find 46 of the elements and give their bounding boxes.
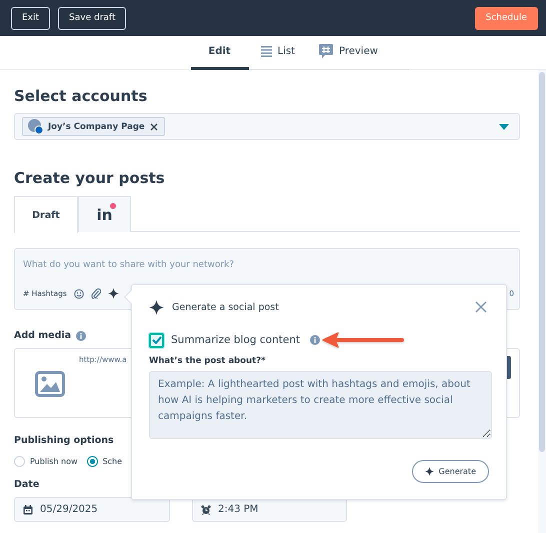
scrollbar[interactable] [538,70,546,533]
info-icon[interactable] [310,335,320,345]
chat-bubble-icon [318,44,333,59]
section-heading: Select accounts [14,86,148,106]
dropdown-caret-icon[interactable] [499,124,509,130]
account-avatar-icon [28,119,43,134]
field-label: Publishing options [14,434,115,448]
emoji-icon[interactable] [74,288,84,298]
account-select[interactable]: Joy’s Company Page [14,113,520,140]
popover-title: Generate a social post [172,302,279,312]
image-icon[interactable] [35,371,65,397]
list-icon [260,46,272,57]
remove-icon[interactable] [150,122,158,130]
radio-label[interactable]: Sche [102,456,122,466]
checkbox-label[interactable]: Summarize blog content [171,334,300,346]
composer-placeholder: What do you want to share with your network? [23,259,236,272]
close-icon[interactable] [475,301,487,313]
field-label: Add media [14,329,72,343]
sparkle-icon [149,300,164,314]
sparkle-icon[interactable] [108,288,119,299]
calendar-icon [23,504,33,514]
radio-button[interactable] [86,456,98,466]
paperclip-icon[interactable] [90,288,101,299]
date-field[interactable]: 05/29/2025 [14,497,170,522]
prompt-field[interactable]: Example: A lighthearted post with hashtags and emojis, about how AI is helping marketers to create more effective social campaigns faster. [149,371,492,439]
account-chip[interactable]: Joy’s Company Page [22,117,165,136]
info-icon[interactable] [76,331,86,341]
post-tab[interactable]: in [78,196,131,232]
field-label: Date [14,478,40,492]
time-value: 2:43 PM [218,504,258,515]
checkbox[interactable] [149,332,164,348]
post-tab[interactable]: Draft [14,196,78,233]
alert-dot [110,203,116,209]
sparkle-icon [424,467,434,476]
toolbar-button[interactable]: Exit [11,6,50,30]
alarm-clock-icon [201,504,211,514]
toolbar-button[interactable]: Save draft [58,6,126,30]
view-tab[interactable]: Preview [306,36,390,70]
date-value: 05/29/2025 [40,504,98,515]
chip-label: Joy’s Company Page [48,122,145,132]
generate-button[interactable]: Generate [412,460,489,483]
section-heading: Create your posts [14,168,166,188]
radio-label[interactable]: Publish now [30,456,78,466]
field-label: What’s the post about?* [149,355,266,367]
view-tab[interactable]: List [248,36,307,70]
view-tab[interactable]: Edit [190,36,248,70]
